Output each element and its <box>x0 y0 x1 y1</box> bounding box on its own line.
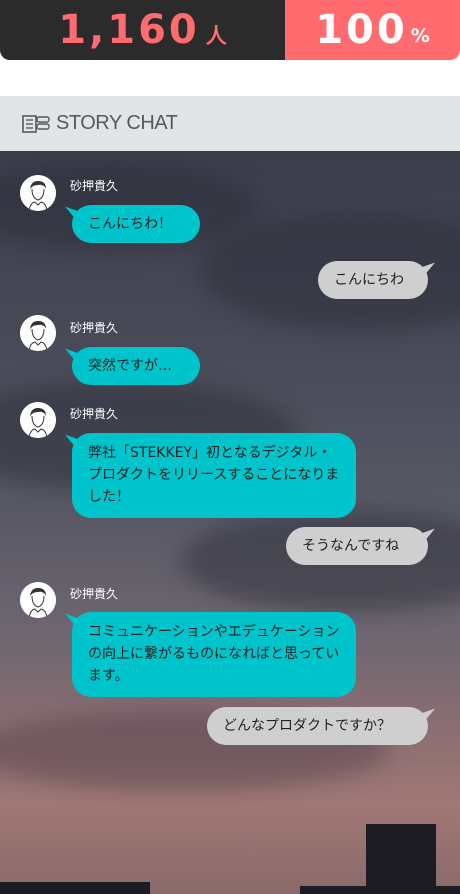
participant-count: 1,160 人 <box>0 0 285 60</box>
percent-value: 100 <box>315 7 408 53</box>
skyline-silhouette <box>366 824 436 894</box>
message-bubble-incoming: 突然ですが… <box>72 347 200 385</box>
completion-percent: 100 % <box>285 0 460 60</box>
avatar[interactable] <box>20 582 56 618</box>
count-value: 1,160 <box>58 7 200 53</box>
sender-name: 砂押貴久 <box>70 407 119 421</box>
person-avatar-icon <box>20 315 56 351</box>
app-logo-text: STORY CHAT <box>56 112 178 134</box>
message-bubble-incoming: こんにちわ！ <box>72 205 200 243</box>
avatar[interactable] <box>20 402 56 438</box>
person-avatar-icon <box>20 175 56 211</box>
stats-bar: 1,160 人 100 % <box>0 0 460 60</box>
message-bubble-outgoing: どんなプロダクトですか？ <box>207 707 428 745</box>
sender-name: 砂押貴久 <box>70 587 119 601</box>
avatar[interactable] <box>20 315 56 351</box>
book-chat-icon <box>22 114 50 133</box>
count-unit: 人 <box>205 23 227 48</box>
sender-name: 砂押貴久 <box>70 321 119 335</box>
message-bubble-outgoing: こんにちわ <box>318 261 428 299</box>
person-avatar-icon <box>20 582 56 618</box>
sender-name: 砂押貴久 <box>70 179 119 193</box>
chat-area[interactable]: 砂押貴久 こんにちわ！ こんにちわ 砂押貴久 突然ですが… 砂押貴久 弊社「ST… <box>0 151 460 894</box>
message-bubble-outgoing: そうなんですね <box>286 527 428 565</box>
avatar[interactable] <box>20 175 56 211</box>
message-bubble-incoming: コミュニケーションやエデュケーションの向上に繋がるものになればと思っています。 <box>72 612 356 697</box>
message-bubble-incoming: 弊社「STEKKEY」初となるデジタル・プロダクトをリリースすることになりました… <box>72 433 356 518</box>
person-avatar-icon <box>20 402 56 438</box>
chat-header: STORY CHAT <box>0 96 460 151</box>
skyline-silhouette <box>0 882 150 894</box>
percent-unit: % <box>410 24 430 47</box>
